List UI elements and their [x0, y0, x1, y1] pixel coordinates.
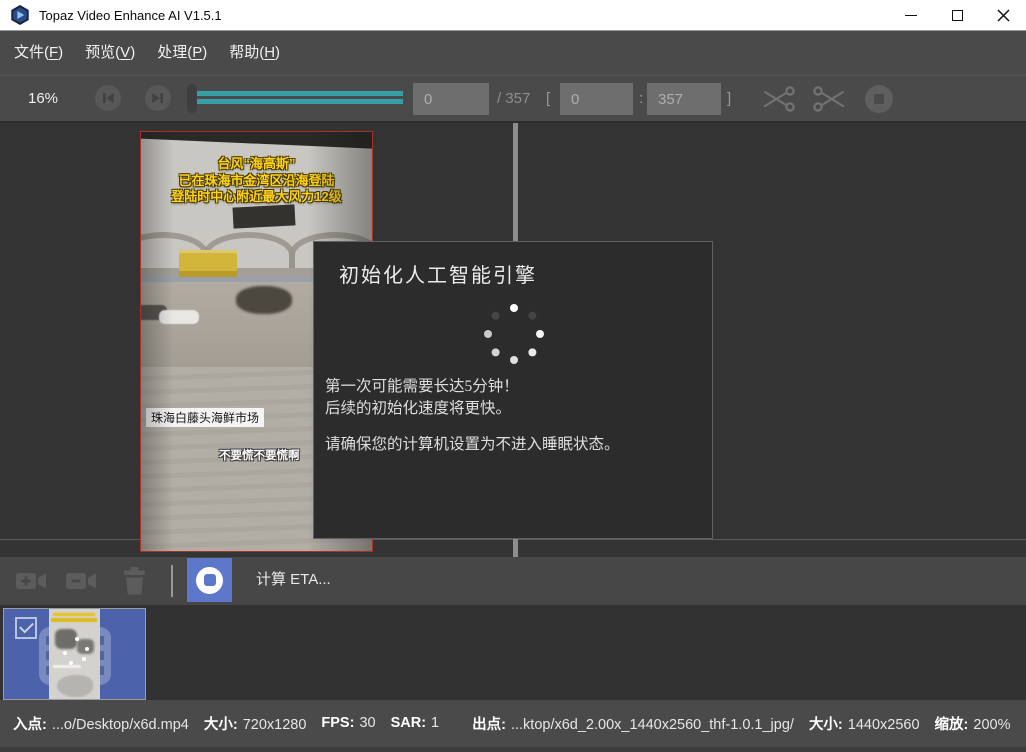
app-window: Topaz Video Enhance AI V1.5.1 文件(F) 预览(V… [0, 0, 1026, 752]
status-out-size: 大小:1440x2560 [809, 713, 920, 734]
statusbar: 入点:...o/Desktop/x6d.mp4 大小:720x1280 FPS:… [0, 700, 1026, 752]
menubar: 文件(F) 预览(V) 处理(P) 帮助(H) [0, 31, 1026, 75]
trash-icon [122, 567, 147, 595]
toolbar-divider [171, 565, 173, 597]
dialog-message-1: 第一次可能需要长达5分钟！ [325, 374, 519, 396]
initializing-dialog: 初始化人工智能引擎 第一次可能需要长达5分钟！ 后续的初始化速度将更快。 请确保… [313, 241, 713, 539]
trim-end-cut-button[interactable] [812, 85, 846, 113]
dialog-message-2: 后续的初始化速度将更快。 [325, 396, 511, 418]
status-sar: SAR:1 [391, 715, 440, 731]
maximize-button[interactable] [934, 0, 980, 30]
bottom-edge [0, 747, 1026, 752]
window-controls [888, 0, 1026, 30]
stop-processing-button[interactable] [187, 558, 232, 602]
dialog-message-3: 请确保您的计算机设置为不进入睡眠状态。 [325, 432, 620, 454]
trim-end-input[interactable] [647, 83, 721, 115]
trim-colon-separator: : [639, 76, 643, 122]
menu-file[interactable]: 文件(F) [3, 31, 74, 75]
menu-preview[interactable]: 预览(V) [74, 31, 146, 75]
eta-label: 计算 ETA... [256, 557, 331, 603]
timeline-slider-handle[interactable] [187, 84, 197, 113]
dialog-title: 初始化人工智能引擎 [339, 259, 537, 288]
trim-start-cut-button[interactable] [762, 85, 796, 113]
total-frames-label: / 357 [497, 76, 530, 122]
status-out-point: 出点:...ktop/x6d_2.00x_1440x2560_thf-1.0.1… [472, 713, 794, 734]
titlebar: Topaz Video Enhance AI V1.5.1 [0, 0, 1026, 31]
current-frame-input[interactable] [413, 83, 489, 115]
add-video-icon [16, 570, 48, 592]
minimize-button[interactable] [888, 0, 934, 30]
clip-checkbox[interactable] [15, 617, 37, 639]
scissors-left-icon [762, 85, 796, 113]
process-toolbar: 计算 ETA... [0, 557, 1026, 605]
delete-video-button[interactable] [122, 567, 147, 595]
close-button[interactable] [980, 0, 1026, 30]
timeline-slider-track[interactable] [197, 91, 403, 96]
stop-processing-icon [196, 567, 223, 594]
maximize-icon [952, 10, 963, 21]
menu-process[interactable]: 处理(P) [146, 31, 218, 75]
skip-to-end-button[interactable] [145, 85, 171, 111]
timeline-slider-track[interactable] [197, 99, 403, 104]
window-title: Topaz Video Enhance AI V1.5.1 [39, 8, 222, 23]
status-in-point: 入点:...o/Desktop/x6d.mp4 [13, 713, 189, 734]
skip-to-start-button[interactable] [95, 85, 121, 111]
status-fps: FPS:30 [321, 715, 375, 731]
stop-icon [864, 84, 894, 114]
trim-bracket-close: ] [727, 76, 731, 122]
playback-toolbar: 16% / 357 [ : ] [0, 75, 1026, 123]
zoom-percent-label: 16% [28, 76, 58, 122]
filmstrip [0, 605, 1026, 700]
status-zoom: 缩放:200% [935, 713, 1011, 734]
trim-bracket-open: [ [546, 76, 550, 122]
app-logo-icon [10, 5, 30, 25]
status-in-size: 大小:720x1280 [204, 713, 307, 734]
clip-preview-image [49, 609, 100, 699]
skip-end-icon [145, 85, 171, 111]
scissors-right-icon [812, 85, 846, 113]
close-icon [997, 9, 1010, 22]
menu-help[interactable]: 帮助(H) [218, 31, 291, 75]
skip-start-icon [95, 85, 121, 111]
trim-start-input[interactable] [560, 83, 633, 115]
remove-video-button[interactable] [66, 570, 98, 592]
minimize-icon [905, 15, 917, 16]
add-video-button[interactable] [16, 570, 48, 592]
remove-video-icon [66, 570, 98, 592]
clip-thumbnail-selected[interactable] [3, 608, 146, 700]
stop-preview-button[interactable] [864, 84, 894, 114]
